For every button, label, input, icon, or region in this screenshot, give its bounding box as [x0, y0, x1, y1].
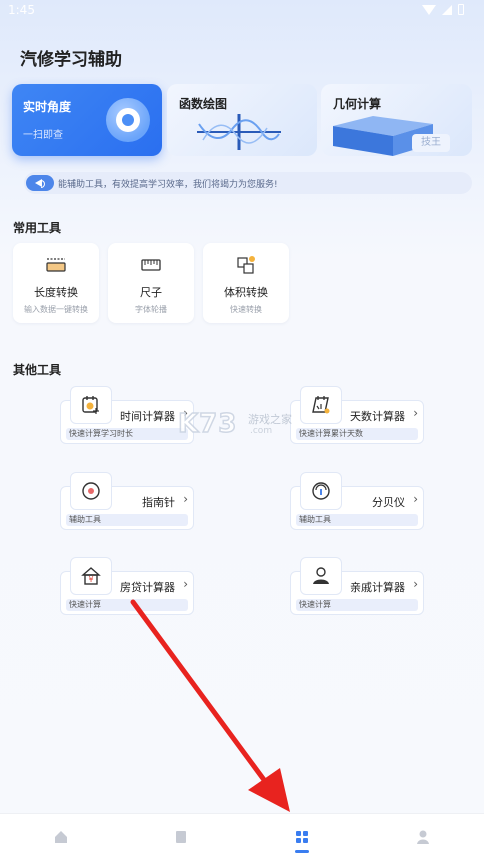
chevron-right-icon: ›	[413, 492, 418, 506]
tool-icon-box	[70, 472, 112, 510]
tool-icon-box	[300, 386, 342, 424]
bottom-tab-bar	[0, 813, 484, 860]
function-graph-icon	[197, 114, 281, 150]
profile-icon	[417, 830, 429, 844]
grid-icon	[296, 831, 308, 843]
feature-card-realtime-angle[interactable]: 实时角度 一扫即查	[12, 84, 162, 156]
tool-name: 长度转换	[34, 286, 78, 299]
tool-desc: 辅助工具	[66, 514, 188, 526]
tool-name: 尺子	[140, 286, 162, 299]
tool-desc: 快速转换	[230, 305, 262, 314]
notice-text: 能辅助工具，有效提高学习效率，我们将竭力为您服务!	[58, 180, 278, 190]
tool-days-calculator[interactable]: 天数计算器 › 快速计算累计天数	[290, 386, 424, 444]
watermark-k73: K73	[177, 408, 238, 440]
calendar-clock-icon	[82, 396, 99, 414]
tool-relative-calculator[interactable]: 亲戚计算器 › 快速计算	[290, 557, 424, 615]
status-icons	[422, 4, 464, 15]
tool-volume-conversion[interactable]: 体积转换 快速转换	[203, 243, 289, 323]
tool-icon-box	[70, 386, 112, 424]
tab-profile[interactable]	[408, 824, 438, 854]
feature-card-title: 函数绘图	[179, 97, 228, 111]
notice-banner: 能辅助工具，有效提高学习效率，我们将竭力为您服务!	[24, 172, 472, 194]
tool-desc: 快速计算	[66, 599, 188, 611]
ruler-icon	[141, 259, 161, 271]
tab-tools[interactable]	[287, 824, 317, 854]
feature-card-title: 几何计算	[333, 97, 382, 111]
feature-card-subtitle: 一扫即查	[23, 130, 63, 141]
tool-name: 时间计算器	[120, 410, 175, 423]
tool-name: 亲戚计算器	[350, 581, 405, 594]
compass-icon	[82, 482, 100, 500]
watermark-name: 游戏之家	[248, 413, 292, 426]
tool-compass[interactable]: 指南针 › 辅助工具	[60, 472, 194, 530]
tool-ruler[interactable]: 尺子 字体轮播	[108, 243, 194, 323]
other-tools-heading: 其他工具	[13, 363, 62, 377]
tool-desc: 字体轮播	[135, 305, 167, 314]
svg-text:¥: ¥	[88, 575, 93, 584]
tool-desc: 快速计算	[296, 599, 418, 611]
watermark-logo: K73 游戏之家 .com	[177, 408, 292, 440]
decibel-meter-icon	[312, 482, 330, 500]
home-icon	[55, 831, 67, 843]
calendar-icon	[312, 396, 330, 414]
common-tools-heading: 常用工具	[13, 221, 62, 235]
tool-name: 天数计算器	[350, 410, 405, 423]
app-title: 汽修学习辅助	[20, 50, 122, 70]
chevron-right-icon: ›	[413, 577, 418, 591]
status-bar: 1:45	[0, 0, 484, 22]
tool-icon-box: ¥	[70, 557, 112, 595]
tab-book[interactable]	[166, 824, 196, 854]
tool-desc: 快速计算累计天数	[296, 428, 418, 440]
wifi-icon	[422, 4, 436, 15]
volume-icon	[237, 256, 255, 274]
tool-house-loan-calculator[interactable]: ¥ 房贷计算器 › 快速计算	[60, 557, 194, 615]
battery-icon	[458, 4, 464, 15]
active-tab-indicator	[295, 850, 309, 853]
chevron-right-icon: ›	[183, 577, 188, 591]
tab-home[interactable]	[46, 824, 76, 854]
chevron-right-icon: ›	[413, 406, 418, 420]
tool-name: 指南针	[142, 496, 175, 509]
camera-scan-icon	[106, 98, 150, 142]
tool-icon-box	[300, 557, 342, 595]
tool-time-calculator[interactable]: 时间计算器 › 快速计算学习时长	[60, 386, 194, 444]
person-icon	[313, 567, 329, 584]
tool-name: 体积转换	[224, 286, 268, 299]
signal-icon	[442, 4, 452, 15]
feature-card-title: 实时角度	[23, 100, 72, 114]
tool-desc: 输入数据一键转换	[24, 305, 88, 314]
tool-name: 分贝仪	[372, 496, 405, 509]
chevron-right-icon: ›	[183, 492, 188, 506]
status-time: 1:45	[8, 3, 35, 17]
tool-name: 房贷计算器	[120, 581, 175, 594]
feature-card-function-plot[interactable]: 函数绘图	[167, 84, 317, 156]
watermark-url: .com	[250, 426, 273, 436]
tool-decibel-meter[interactable]: 分贝仪 › 辅助工具	[290, 472, 424, 530]
tool-desc: 快速计算学习时长	[66, 428, 188, 440]
speaker-icon	[26, 175, 54, 191]
feature-card-geometry[interactable]: 几何计算 技王	[321, 84, 472, 156]
tool-icon-box	[300, 472, 342, 510]
ruler-length-icon	[46, 258, 66, 272]
tool-desc: 辅助工具	[296, 514, 418, 526]
tool-length-conversion[interactable]: 长度转换 输入数据一键转换	[13, 243, 99, 323]
house-loan-icon: ¥	[81, 567, 101, 585]
geometry-badge: 技王	[412, 134, 450, 152]
book-icon	[176, 831, 186, 843]
